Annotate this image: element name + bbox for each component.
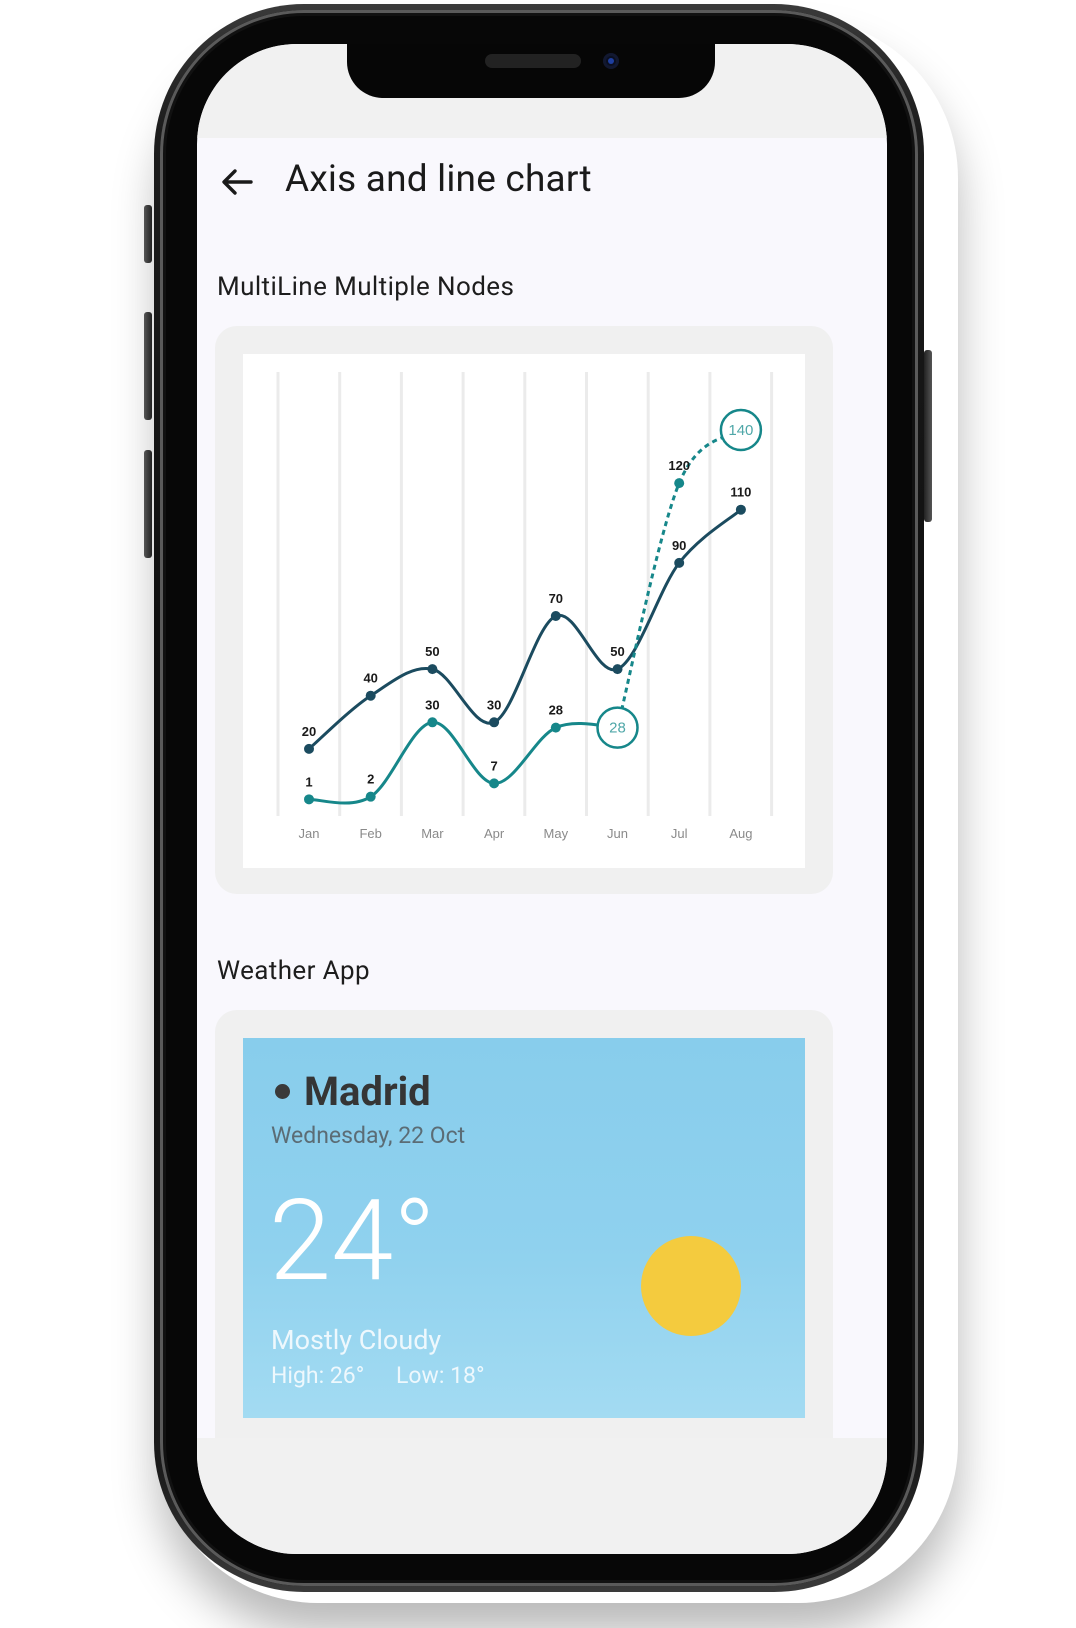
arrow-left-icon [222,169,253,195]
high-low-row: High: 26° Low: 18° [271,1362,511,1389]
volume-up-button [144,312,152,420]
data-label: 28 [549,703,563,718]
data-label: 2 [367,772,374,787]
silent-switch [144,205,152,263]
x-tick-label: Jul [671,826,688,841]
data-point [674,478,685,489]
chart-section-title: MultiLine Multiple Nodes [217,272,515,302]
speaker-grille [485,54,581,68]
page-title: Axis and line chart [285,158,592,201]
x-tick-label: Jun [607,826,628,841]
weather-widget: Madrid Wednesday, 22 Oct 24° Mostly Clou… [243,1038,805,1418]
data-label: 40 [363,671,377,686]
high-temperature: High: 26° [271,1362,365,1389]
location-dot-icon [275,1084,290,1099]
data-label: 140 [728,422,753,439]
data-point [304,794,314,805]
front-camera [603,53,619,69]
x-tick-label: Jan [299,826,320,841]
weather-date: Wednesday, 22 Oct [271,1122,466,1149]
data-point [427,717,438,728]
app-bar: Axis and line chart [197,138,887,234]
screen-content: Axis and line chart MultiLine Multiple N… [197,138,887,1438]
data-point [427,664,438,675]
low-temperature: Low: 18° [396,1362,485,1389]
line-chart: Jan Feb Mar Apr May Jun Jul Aug2040503070509011… [276,372,774,841]
chart-canvas: Jan Feb Mar Apr May Jun Jul Aug 20 40 50 30 70 50 90 11… [243,354,805,868]
notch [347,44,715,98]
data-label: 70 [549,591,563,606]
temperature: 24° [269,1176,436,1307]
sun-icon [641,1236,741,1336]
data-label: 50 [425,644,439,659]
power-button [924,350,932,522]
data-point [365,791,376,802]
data-label: 30 [487,697,501,712]
data-label: 7 [490,758,497,773]
back-button[interactable] [215,160,259,204]
volume-down-button [144,450,152,558]
data-label: 30 [425,697,439,712]
x-tick-label: Feb [359,826,381,841]
bottom-bar [197,1438,887,1554]
weather-card: Madrid Wednesday, 22 Oct 24° Mostly Clou… [215,1010,833,1438]
data-point [365,690,376,701]
weather-condition: Mostly Cloudy [271,1324,442,1356]
data-point [304,743,314,754]
phone-screen: Axis and line chart MultiLine Multiple N… [197,44,887,1554]
data-label: 50 [610,644,624,659]
city-name: Madrid [304,1068,431,1115]
data-label: 90 [672,538,686,553]
data-point [735,504,746,515]
x-tick-label: Aug [729,826,752,841]
data-point [489,717,500,728]
x-tick-label: Apr [484,826,505,841]
data-point [550,611,561,621]
data-label: 120 [668,458,690,473]
weather-section-title: Weather App [217,956,371,986]
data-point [674,557,685,568]
series-line-dashed [616,428,742,728]
chart-card: Jan Feb Mar Apr May Jun Jul Aug 20 40 50 30 70 50 90 11… [215,326,833,894]
data-point [612,664,623,675]
data-label: 28 [609,720,626,737]
x-tick-label: May [544,826,569,841]
data-label: 20 [302,724,316,739]
data-label: 1 [305,774,312,789]
data-point [489,778,500,789]
data-label: 110 [730,485,751,500]
data-point [550,722,561,733]
x-tick-label: Mar [421,826,444,841]
city-row: Madrid [275,1068,431,1115]
